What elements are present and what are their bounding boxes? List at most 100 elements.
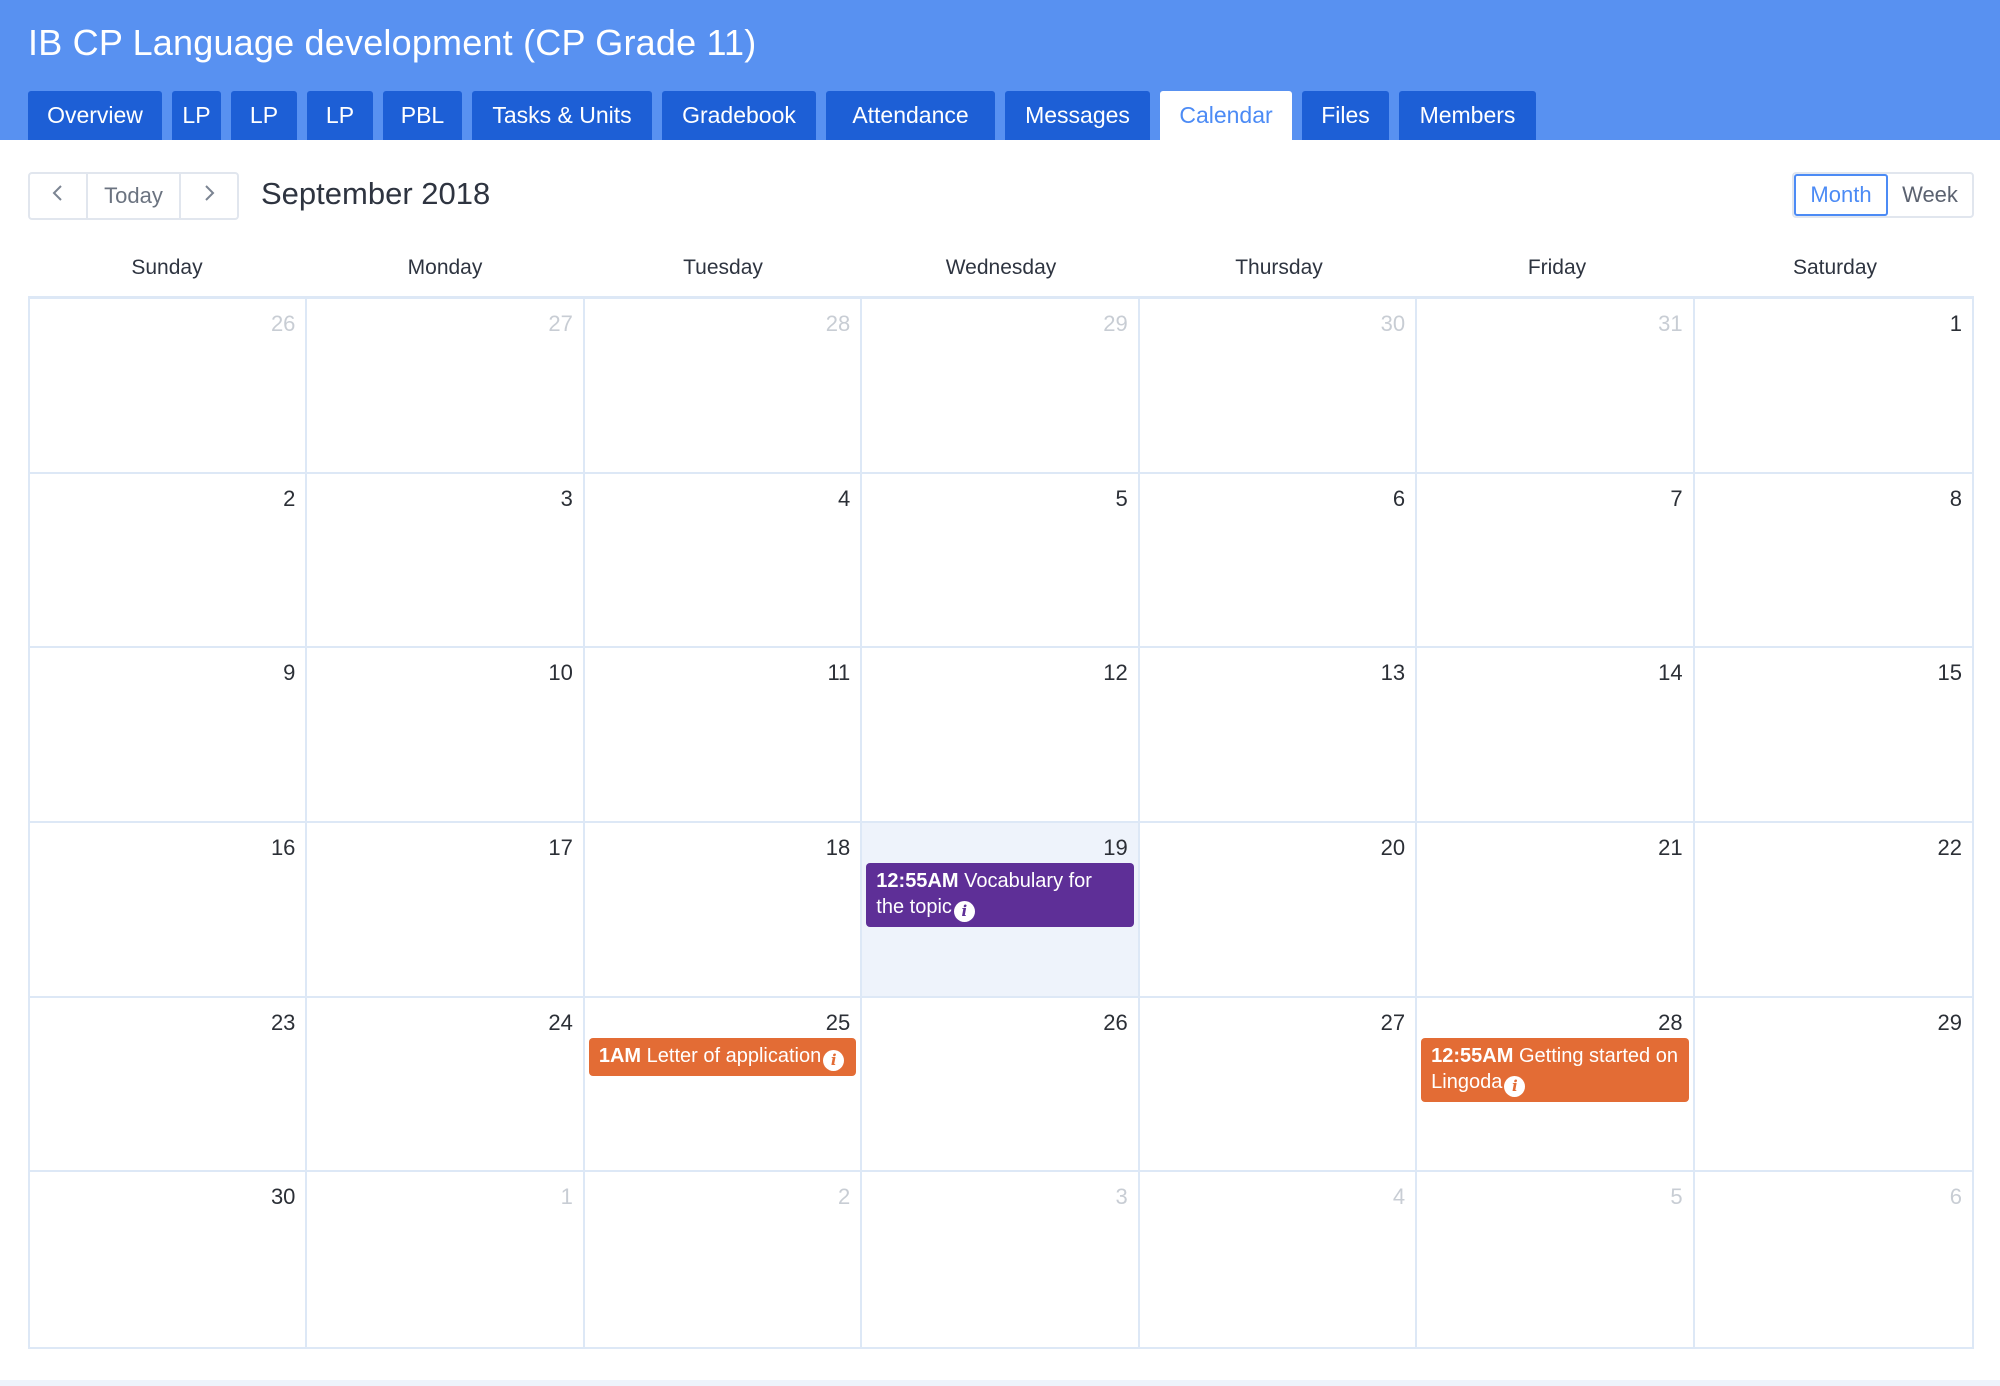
day-cell[interactable]: 13: [1139, 648, 1418, 823]
info-icon[interactable]: i: [953, 901, 975, 922]
day-cell[interactable]: 3: [307, 473, 585, 649]
day-cell[interactable]: 29: [1694, 998, 1972, 1173]
day-cell[interactable]: 1: [307, 1172, 585, 1347]
tab-pbl[interactable]: PBL: [383, 91, 462, 140]
day-cell[interactable]: 4: [584, 473, 863, 649]
day-cell[interactable]: 16: [30, 823, 308, 998]
day-cell[interactable]: 26: [30, 299, 308, 474]
day-cell[interactable]: 18: [584, 823, 863, 998]
day-cell[interactable]: 12: [862, 648, 1140, 823]
day-cell[interactable]: 1: [1694, 299, 1972, 474]
day-number: 4: [838, 485, 851, 511]
day-number: 16: [270, 835, 296, 860]
weekday-label: Tuesday: [683, 256, 763, 279]
calendar-event[interactable]: 1AM Letter of application i: [588, 1037, 857, 1076]
day-cell[interactable]: 17: [307, 823, 585, 998]
event-time: 12:55AM: [876, 870, 959, 892]
day-number: 15: [1937, 660, 1962, 686]
day-number: 2: [283, 485, 296, 511]
day-cell[interactable]: 15: [1694, 648, 1972, 823]
day-cell[interactable]: 21: [1417, 823, 1695, 998]
day-cell[interactable]: 29: [862, 299, 1140, 474]
prev-month-button[interactable]: [30, 174, 86, 218]
day-cell[interactable]: 5: [862, 473, 1140, 649]
tab-members[interactable]: Members: [1399, 91, 1536, 140]
tab-attendance[interactable]: Attendance: [826, 91, 995, 140]
day-cell[interactable]: 2: [585, 1172, 863, 1347]
course-title: IB CP Language development (CP Grade 11): [28, 22, 757, 63]
day-number: 17: [548, 835, 573, 860]
tab-lp-2[interactable]: LP: [231, 91, 297, 140]
day-cell[interactable]: 8: [1694, 474, 1972, 649]
current-month-label: September 2018: [261, 176, 491, 211]
day-number: 30: [270, 1184, 296, 1210]
course-header: IB CP Language development (CP Grade 11)…: [0, 0, 2000, 140]
month-view-button[interactable]: Month: [1794, 174, 1888, 216]
info-icon[interactable]: i: [1504, 1075, 1526, 1097]
day-number: 20: [1380, 835, 1406, 860]
day-cell[interactable]: 11: [584, 648, 863, 823]
day-number: 23: [270, 1009, 296, 1035]
day-number: 1: [560, 1184, 573, 1210]
weekday-label: Thursday: [1235, 256, 1323, 279]
day-cell[interactable]: 14: [1417, 648, 1695, 823]
day-cell[interactable]: 23: [30, 997, 308, 1173]
day-cell[interactable]: 25 1AM Letter of application i: [584, 997, 863, 1173]
tab-lp-3[interactable]: LP: [307, 91, 373, 140]
day-cell[interactable]: 20: [1139, 823, 1418, 998]
day-cell[interactable]: 24: [307, 997, 585, 1173]
day-number: 4: [1392, 1184, 1406, 1210]
day-cell[interactable]: 27: [1139, 997, 1418, 1173]
day-number: 18: [825, 835, 851, 860]
day-cell[interactable]: 27: [307, 299, 585, 474]
day-cell[interactable]: 9: [30, 648, 308, 823]
next-month-button[interactable]: [181, 174, 237, 218]
calendar-event[interactable]: 12:55AM Getting started on Lingoda i: [1421, 1037, 1689, 1102]
day-cell[interactable]: 19 12:55AM Vocabulary for the topic i: [862, 823, 1140, 998]
day-cell[interactable]: 6: [1139, 473, 1418, 649]
day-number: 5: [1115, 485, 1128, 511]
tab-tasks-units[interactable]: Tasks & Units: [472, 91, 652, 140]
day-number: 1: [1949, 311, 1962, 336]
day-number: 29: [1103, 311, 1128, 336]
day-number: 3: [1115, 1184, 1128, 1210]
tab-overview[interactable]: Overview: [28, 91, 162, 140]
tab-files[interactable]: Files: [1302, 91, 1389, 140]
tab-calendar[interactable]: Calendar: [1160, 91, 1292, 140]
calendar-toolbar: Today September 2018 Month Week: [28, 172, 1974, 220]
weekday-label: Wednesday: [945, 256, 1057, 279]
day-cell[interactable]: 2: [30, 473, 308, 649]
date-navigation: Today: [28, 172, 239, 220]
day-number: 30: [1380, 311, 1406, 336]
day-number: 6: [1392, 485, 1406, 511]
day-cell[interactable]: 3: [862, 1172, 1140, 1347]
tab-lp-1[interactable]: LP: [172, 91, 221, 140]
day-cell[interactable]: 28 12:55AM Getting started on Lingoda i: [1417, 997, 1695, 1173]
day-cell[interactable]: 30: [30, 1172, 308, 1347]
day-number: 13: [1380, 660, 1406, 686]
month-grid: 26 27 28 29 30 31 1 2 3 4 5 6 7 8 9 10 11 12 13 14 15 16 17 18 1…: [28, 296, 1974, 1349]
calendar-event[interactable]: 12:55AM Vocabulary for the topic i: [866, 863, 1134, 927]
weekday-label: Monday: [407, 256, 483, 279]
day-number: 27: [548, 311, 573, 336]
tab-gradebook[interactable]: Gradebook: [662, 91, 816, 140]
day-cell[interactable]: 31: [1417, 299, 1695, 474]
day-cell[interactable]: 10: [307, 648, 585, 823]
day-cell[interactable]: 30: [1139, 299, 1418, 474]
day-cell[interactable]: 28: [584, 299, 863, 474]
day-number: 21: [1658, 835, 1683, 860]
day-number: 11: [827, 660, 851, 686]
day-cell[interactable]: 6: [1695, 1172, 1972, 1347]
week-view-button[interactable]: Week: [1888, 174, 1972, 216]
day-cell[interactable]: 26: [862, 997, 1140, 1173]
day-cell[interactable]: 5: [1417, 1172, 1695, 1347]
tab-messages[interactable]: Messages: [1005, 91, 1150, 140]
weekday-header: Sunday Monday Tuesday Wednesday Thursday…: [28, 250, 1974, 296]
day-cell[interactable]: 7: [1417, 473, 1695, 649]
day-number: 12: [1103, 660, 1128, 686]
day-cell[interactable]: 4: [1140, 1172, 1418, 1347]
day-number: 22: [1937, 835, 1962, 860]
day-cell[interactable]: 22: [1694, 823, 1972, 998]
info-icon[interactable]: i: [823, 1049, 845, 1071]
today-button[interactable]: Today: [86, 174, 181, 218]
